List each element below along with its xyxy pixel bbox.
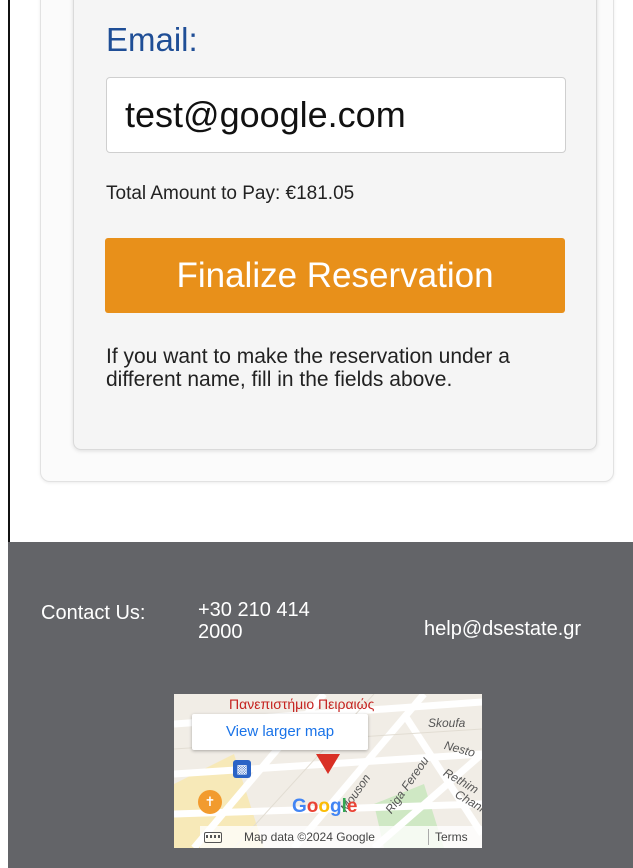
email-label: Email:: [106, 21, 198, 58]
embedded-map[interactable]: Πανεπιστήμιο Πειραιώς View larger map Sk…: [174, 694, 482, 848]
view-larger-map-link[interactable]: View larger map: [192, 714, 368, 750]
contact-phone: +30 210 414 2000: [198, 599, 310, 643]
finalize-reservation-button[interactable]: Finalize Reservation: [105, 238, 565, 313]
map-attribution: Map data ©2024 Google: [244, 830, 375, 844]
restaurant-icon: ✝: [198, 790, 222, 814]
map-pin-icon: [316, 754, 340, 774]
keyboard-icon[interactable]: [204, 832, 222, 843]
hint-text: If you want to make the reservation unde…: [106, 345, 510, 391]
reservation-page: Email: Total Amount to Pay: €181.05 Fina…: [0, 0, 633, 868]
map-attribution-bar: Map data ©2024 Google Terms: [200, 826, 482, 848]
email-field[interactable]: [106, 77, 566, 153]
map-terms-link[interactable]: Terms: [428, 829, 468, 845]
total-amount: Total Amount to Pay: €181.05: [106, 183, 355, 204]
transit-icon: ▩: [233, 760, 251, 778]
contact-label: Contact Us:: [41, 602, 146, 624]
street-label: Skoufa: [428, 716, 466, 730]
left-border: [8, 0, 10, 542]
google-logo: Google: [292, 796, 358, 817]
map-place-label: Πανεπιστήμιο Πειραιώς: [229, 696, 375, 712]
contact-email: help@dsestate.gr: [424, 618, 582, 640]
